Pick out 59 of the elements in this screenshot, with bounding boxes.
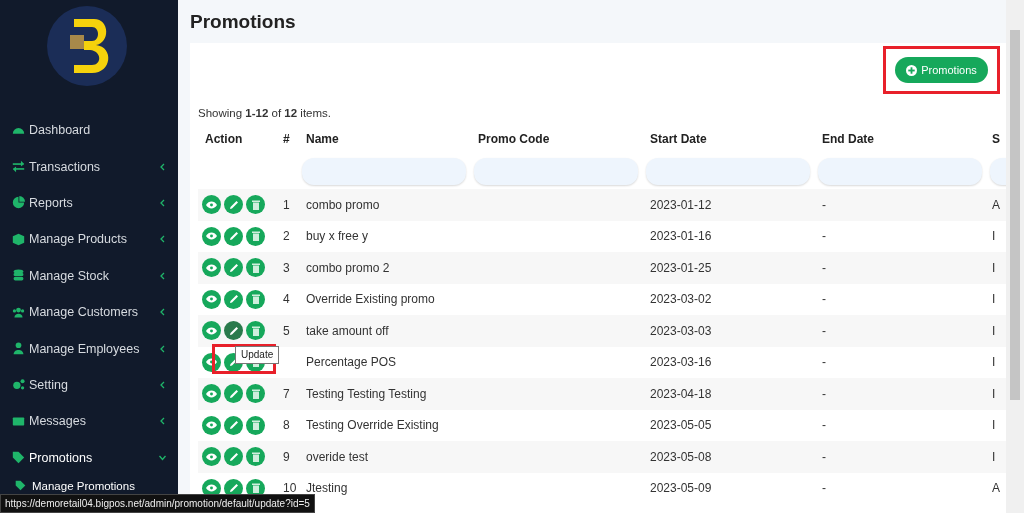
table-cell: I [992,355,996,370]
table-cell: Testing Testing Testing [306,386,427,401]
table-cell: 5 [283,323,290,338]
summary-text: Showing 1-12 of 12 items. [197,106,332,121]
table-cell: - [822,229,826,244]
table-cell: 2023-05-08 [650,449,712,464]
table-cell: 2023-03-03 [650,323,712,338]
table-cell: 3 [283,260,290,275]
page-title: Promotions [190,10,297,34]
table-cell: - [822,197,826,212]
table-cell: 2023-04-18 [650,386,712,401]
table-cell: I [992,449,996,464]
table-cell: 2023-01-25 [650,260,712,275]
table-cell: 2 [283,229,290,244]
table-cell: Percentage POS [306,355,397,370]
table-cell: I [992,292,996,307]
table-cell: - [822,292,826,307]
column-header: Start Date [649,131,708,148]
column-header: S [991,131,1001,148]
table-cell: combo promo [306,197,380,212]
table-cell: - [822,355,826,370]
table-cell: Jtesting [306,481,348,496]
table-cell: A [992,481,1000,496]
table-cell: I [992,323,996,338]
table-cell: I [992,386,996,401]
column-header: End Date [821,131,875,148]
table-cell: take amount off [306,323,389,338]
table-cell: I [992,418,996,433]
column-header: # [283,131,291,148]
table-cell: 2023-01-12 [650,197,712,212]
table-cell: 2023-03-16 [650,355,712,370]
table-cell: overide test [306,449,369,464]
table-cell: 1 [283,197,290,212]
table-cell: 9 [283,449,290,464]
table-cell: - [822,449,826,464]
table-cell: - [822,418,826,433]
table-cell: - [822,386,826,401]
table-cell: 7 [283,386,290,401]
column-header: Promo Code [477,131,551,148]
table-cell: 2023-03-02 [650,292,712,307]
status-url: https://demoretail04.bigpos.net/admin/promotion/default/update?id=5 [0,494,315,513]
table-cell: Override Existing promo [306,292,435,307]
table-cell: 10 [283,481,297,496]
table-cell: I [992,229,996,244]
table-cell: Testing Override Existing [306,418,439,433]
column-header: Name [305,131,340,148]
table-cell: 2023-05-05 [650,418,712,433]
table-cell: buy x free y [306,229,369,244]
table-cell: I [992,260,996,275]
table-cell: 2023-05-09 [650,481,712,496]
table-cell: 2023-01-16 [650,229,712,244]
table-cell: - [822,260,826,275]
table-cell: - [822,481,826,496]
table-cell: - [822,323,826,338]
column-header: Action [204,131,244,148]
table-cell: 8 [283,418,290,433]
table-cell: 4 [283,292,290,307]
table-cell: A [992,197,1000,212]
table-cell: combo promo 2 [306,260,390,275]
